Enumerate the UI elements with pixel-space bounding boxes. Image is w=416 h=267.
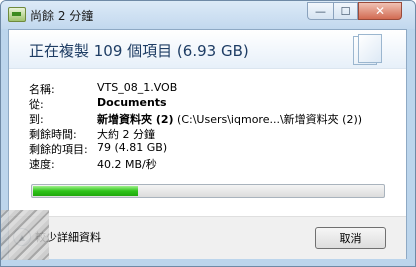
to-value-group: 新增資料夾 (2) (C:\Users\iqmore...\新增資料夾 (2)) xyxy=(97,111,362,127)
to-value[interactable]: 新增資料夾 (2) xyxy=(97,113,174,126)
speed-value: 40.2 MB/秒 xyxy=(97,158,157,171)
speed-label: 速度: xyxy=(29,158,55,171)
dialog-footer: ▲ 較少詳細資料 取消 xyxy=(9,216,406,259)
to-path: (C:\Users\iqmore...\新增資料夾 (2)) xyxy=(173,113,363,126)
minimize-button[interactable]: — xyxy=(307,2,333,20)
progress-fill xyxy=(33,186,138,196)
time-remaining-label: 剩餘時間: xyxy=(29,128,77,141)
items-remaining-value: 79 (4.81 GB) xyxy=(97,141,168,154)
header-band: 正在複製 109 個項目 (6.93 GB) xyxy=(9,30,406,69)
dialog-content: 正在複製 109 個項目 (6.93 GB) 名稱: VTS_08_1.VOB … xyxy=(8,29,407,259)
maximize-button[interactable]: ☐ xyxy=(333,2,358,20)
copy-progress-icon xyxy=(8,7,26,22)
time-remaining-value: 大約 2 分鐘 xyxy=(97,128,155,141)
close-button[interactable]: ✕ xyxy=(358,2,402,20)
to-label: 到: xyxy=(29,113,44,126)
window-title: 尚餘 2 分鐘 xyxy=(30,9,94,23)
documents-icon xyxy=(349,34,383,66)
copy-summary-heading: 正在複製 109 個項目 (6.93 GB) xyxy=(29,42,249,60)
watermark-graphic xyxy=(1,210,49,260)
name-label: 名稱: xyxy=(29,83,55,96)
title-bar[interactable]: 尚餘 2 分鐘 — ☐ ✕ xyxy=(1,1,415,29)
from-label: 從: xyxy=(29,98,44,111)
from-value[interactable]: Documents xyxy=(97,96,167,109)
cancel-button[interactable]: 取消 xyxy=(315,227,386,249)
copy-progress-bar xyxy=(31,184,385,198)
name-value: VTS_08_1.VOB xyxy=(97,81,178,94)
copy-dialog: 尚餘 2 分鐘 — ☐ ✕ 正在複製 109 個項目 (6.93 GB) 名稱:… xyxy=(0,0,416,267)
items-remaining-label: 剩餘的項目: xyxy=(29,143,88,156)
